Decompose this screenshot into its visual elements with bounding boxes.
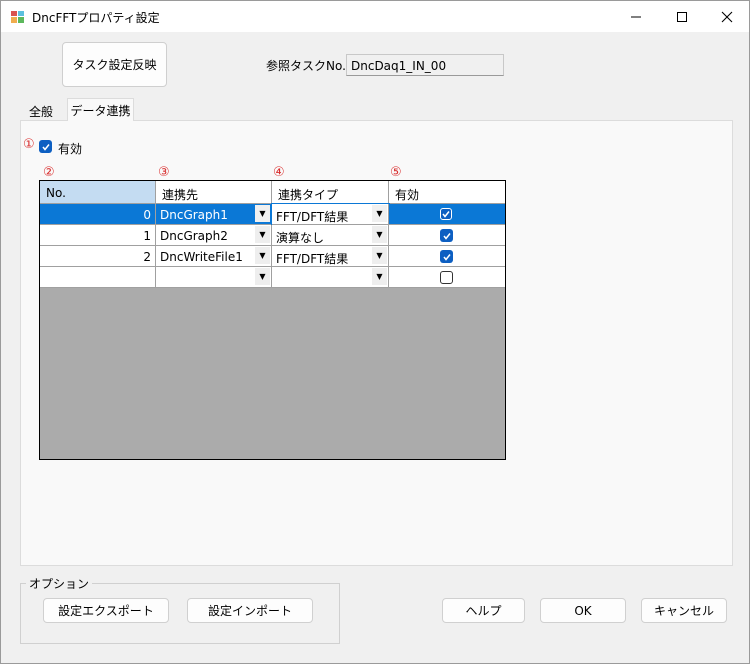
row-2-type-combo[interactable]: FFT/DFT結果 ▼ [272, 246, 389, 267]
check-icon [41, 143, 50, 151]
ref-task-label: 参照タスクNo. [266, 59, 346, 73]
row-1-type: 演算なし [276, 231, 325, 245]
row-2-target-combo[interactable]: DncWriteFile1 ▼ [156, 246, 272, 267]
row-2-type: FFT/DFT結果 [276, 252, 349, 266]
chevron-down-icon[interactable]: ▼ [255, 247, 270, 264]
enable-checkbox[interactable] [39, 140, 52, 153]
check-icon [442, 253, 451, 261]
import-settings-button[interactable]: 設定インポート [187, 598, 313, 623]
column-header-enabled[interactable]: 有効 [389, 181, 505, 204]
row-0-target: DncGraph1 [160, 208, 228, 222]
marker-5: ⑤ [390, 165, 402, 180]
column-header-no[interactable]: No. [40, 181, 156, 204]
marker-3: ③ [158, 165, 170, 180]
options-group-title: オプション [26, 575, 93, 592]
row-0-type-combo[interactable]: FFT/DFT結果 ▼ [271, 203, 390, 226]
marker-2: ② [43, 165, 55, 180]
cancel-button[interactable]: キャンセル [641, 598, 727, 623]
data-link-grid: No. 連携先 連携タイプ 有効 0 DncGraph1 ▼ FFT/DFT結果… [39, 180, 506, 460]
maximize-button[interactable] [659, 1, 705, 32]
row-3-enabled-checkbox[interactable] [440, 271, 453, 284]
row-0-enabled-checkbox[interactable] [440, 208, 452, 220]
row-3-no[interactable] [40, 267, 156, 288]
row-1-target: DncGraph2 [160, 229, 228, 243]
marker-4: ④ [273, 165, 285, 180]
chevron-down-icon[interactable]: ▼ [255, 226, 270, 243]
row-2-no[interactable]: 2 [40, 246, 156, 267]
close-button[interactable] [704, 1, 750, 32]
dialog-window: DncFFTプロパティ設定 タスク設定反映 参照タスクNo. DncDaq1_I… [0, 0, 750, 664]
row-1-type-combo[interactable]: 演算なし ▼ [272, 225, 389, 246]
row-1-enabled-checkbox[interactable] [440, 229, 453, 242]
app-icon [11, 11, 24, 23]
column-header-target[interactable]: 連携先 [156, 181, 272, 204]
tab-general[interactable]: 全般 [21, 100, 61, 120]
close-icon [721, 11, 733, 22]
maximize-icon [677, 11, 687, 22]
row-1-target-combo[interactable]: DncGraph2 ▼ [156, 225, 272, 246]
window-title: DncFFTプロパティ設定 [32, 11, 160, 25]
row-2-target: DncWriteFile1 [160, 250, 243, 264]
minimize-button[interactable] [613, 1, 659, 32]
check-icon [442, 232, 451, 240]
row-0-target-combo[interactable]: DncGraph1 ▼ [156, 204, 272, 225]
tab-data-link[interactable]: データ連携 [67, 98, 134, 121]
row-0-no[interactable]: 0 [40, 204, 156, 225]
chevron-down-icon[interactable]: ▼ [372, 268, 387, 285]
chevron-down-icon[interactable]: ▼ [372, 247, 387, 264]
marker-1: ① [23, 137, 35, 152]
check-icon [442, 211, 450, 218]
chevron-down-icon[interactable]: ▼ [255, 268, 270, 285]
row-0-type: FFT/DFT結果 [276, 210, 349, 224]
apply-task-settings-button[interactable]: タスク設定反映 [62, 42, 167, 87]
row-3-target-combo[interactable]: ▼ [156, 267, 272, 288]
export-settings-button[interactable]: 設定エクスポート [43, 598, 169, 623]
row-1-no[interactable]: 1 [40, 225, 156, 246]
enable-label: 有効 [58, 142, 83, 156]
row-3-type-combo[interactable]: ▼ [272, 267, 389, 288]
chevron-down-icon[interactable]: ▼ [372, 226, 387, 243]
title-bar: DncFFTプロパティ設定 [1, 1, 749, 32]
row-0-enabled-cell [389, 204, 505, 225]
help-button[interactable]: ヘルプ [442, 598, 525, 623]
chevron-down-icon[interactable]: ▼ [372, 205, 387, 222]
chevron-down-icon[interactable]: ▼ [255, 205, 270, 222]
row-1-enabled-cell [389, 225, 505, 246]
row-2-enabled-cell [389, 246, 505, 267]
ok-button[interactable]: OK [540, 598, 626, 623]
ref-task-field: DncDaq1_IN_00 [346, 54, 504, 76]
column-header-type[interactable]: 連携タイプ [272, 181, 389, 204]
row-3-enabled-cell [389, 267, 505, 288]
row-2-enabled-checkbox[interactable] [440, 250, 453, 263]
minimize-icon [631, 16, 641, 17]
